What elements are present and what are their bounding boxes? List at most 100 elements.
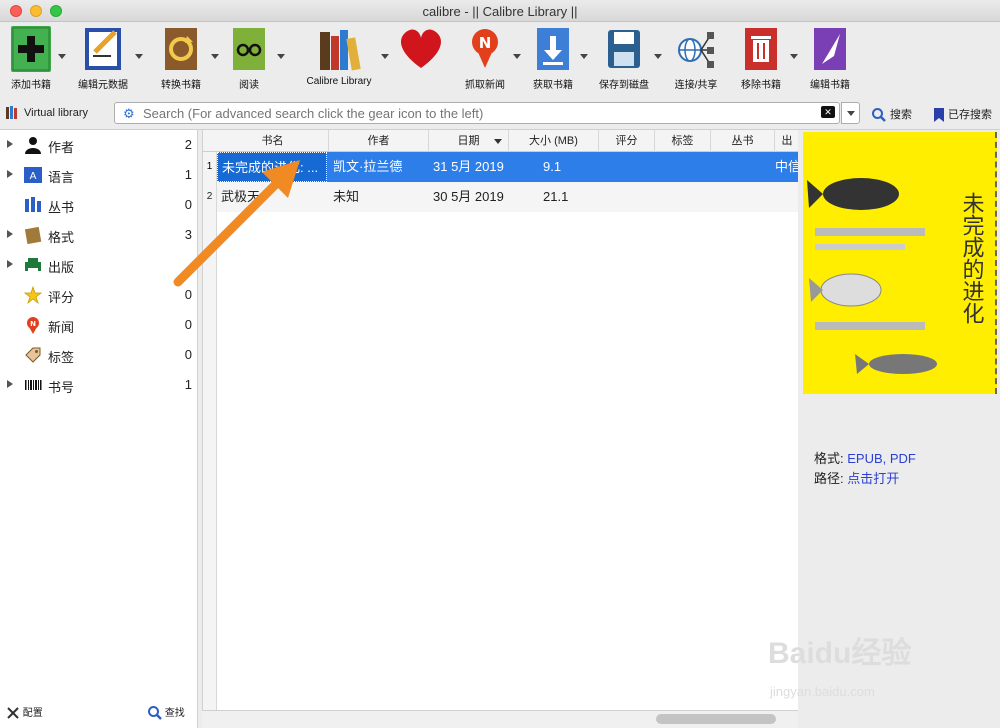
star-icon — [24, 286, 42, 304]
sidebar-item-news[interactable]: N 新闻 0 — [0, 310, 198, 340]
sidebar-item-count: 1 — [184, 377, 192, 392]
window-title: calibre - || Calibre Library || — [422, 4, 578, 19]
sidebar-item-label: 标签 — [48, 350, 75, 365]
book-format-icon — [24, 226, 42, 244]
cell-publisher[interactable] — [771, 182, 799, 212]
remove-dropdown[interactable] — [790, 54, 798, 59]
cover-fish-illustration-icon: 未完成的进化 — [807, 178, 985, 374]
path-link[interactable]: 点击打开 — [847, 471, 899, 486]
sidebar-item-rating[interactable]: 评分 0 — [0, 280, 198, 310]
sidebar-item-identifiers[interactable]: 书号 1 — [0, 370, 198, 400]
search-button[interactable]: 搜索 — [872, 106, 912, 122]
sidebar-item-label: 评分 — [48, 290, 75, 305]
cell-size[interactable]: 9.1 — [539, 152, 599, 182]
sidebar-item-label: 书号 — [48, 380, 75, 395]
library-dropdown[interactable] — [381, 54, 389, 59]
column-header-author[interactable]: 作者 — [329, 130, 429, 152]
saved-searches-button[interactable]: 已存搜索 — [934, 106, 992, 123]
svg-text:N: N — [30, 320, 36, 328]
printer-icon — [25, 258, 41, 272]
expand-arrow-icon[interactable] — [7, 380, 13, 388]
library-button[interactable]: Calibre Library — [300, 26, 378, 87]
donate-button[interactable] — [396, 26, 446, 76]
search-input[interactable] — [143, 105, 793, 121]
edit-metadata-label: 编辑元数据 — [78, 80, 128, 91]
column-header-date[interactable]: 日期 — [429, 130, 509, 152]
save-to-disk-button[interactable]: 保存到磁盘 — [596, 26, 652, 91]
baidu-watermark-url: jingyan.baidu.com — [770, 684, 875, 699]
sidebar-item-tags[interactable]: 标签 0 — [0, 340, 198, 370]
book-cover-image[interactable]: 未完成的进化 — [803, 132, 997, 394]
edit-book-button[interactable]: 编辑书籍 — [806, 26, 854, 91]
find-label: 查找 — [164, 708, 185, 719]
edit-metadata-button[interactable]: 编辑元数据 — [76, 26, 130, 91]
sidebar-item-label: 新闻 — [48, 320, 75, 335]
configure-label: 配置 — [22, 708, 43, 719]
read-button[interactable]: 阅读 — [228, 26, 270, 91]
add-books-button[interactable]: 添加书籍 — [8, 26, 54, 91]
path-row: 路径: 点击打开 — [814, 468, 899, 487]
reader-icon — [229, 26, 269, 72]
column-header-title[interactable]: 书名 — [217, 130, 329, 152]
edit-book-quill-icon — [810, 26, 850, 72]
sidebar-item-series[interactable]: 丛书 0 — [0, 190, 198, 220]
find-button[interactable]: 查找 — [148, 704, 185, 721]
svg-text:N: N — [479, 34, 492, 52]
fetch-news-button[interactable]: N 抓取新闻 — [462, 26, 508, 91]
scrollbar-thumb[interactable] — [656, 714, 776, 724]
magnifier-icon — [148, 706, 162, 721]
clear-search-icon[interactable]: ✕ — [821, 106, 835, 118]
cell-date[interactable]: 30 5月 2019 — [429, 182, 509, 212]
cell-publisher[interactable]: 中信 — [771, 152, 799, 182]
read-label: 阅读 — [239, 80, 259, 91]
download-icon — [533, 26, 573, 72]
expand-arrow-icon[interactable] — [7, 170, 13, 178]
horizontal-scrollbar[interactable] — [202, 710, 798, 728]
virtual-library-button[interactable]: Virtual library — [24, 107, 88, 119]
title-bar: calibre - || Calibre Library || — [0, 0, 1000, 22]
search-history-dropdown[interactable] — [841, 102, 860, 124]
heart-icon — [396, 26, 446, 72]
convert-books-button[interactable]: 转换书籍 — [156, 26, 206, 91]
remove-books-label: 移除书籍 — [741, 80, 781, 91]
cell-author[interactable]: 凯文·拉兰德 — [329, 152, 429, 182]
column-header-tags[interactable]: 标签 — [655, 130, 711, 152]
formats-link[interactable]: EPUB, PDF — [847, 451, 916, 466]
virtual-library-icon[interactable] — [6, 106, 18, 119]
get-books-dropdown[interactable] — [580, 54, 588, 59]
library-books-icon — [316, 26, 362, 72]
configure-button[interactable]: 配置 — [6, 704, 43, 720]
formats-label: 格式: — [814, 451, 844, 466]
column-header-rating[interactable]: 评分 — [599, 130, 655, 152]
gear-icon[interactable]: ⚙ — [123, 107, 136, 120]
annotation-arrow-icon — [173, 160, 300, 287]
cell-date[interactable]: 31 5月 2019 — [429, 152, 509, 182]
connect-share-button[interactable]: 连接/共享 — [672, 26, 720, 91]
expand-arrow-icon[interactable] — [7, 260, 13, 268]
save-dropdown[interactable] — [654, 54, 662, 59]
column-header-publisher[interactable]: 出 — [775, 130, 799, 152]
sidebar-item-publishers[interactable]: 出版 — [0, 250, 198, 280]
magnifier-icon — [872, 108, 886, 122]
convert-dropdown[interactable] — [211, 54, 219, 59]
convert-icon — [161, 26, 201, 72]
get-books-button[interactable]: 获取书籍 — [530, 26, 576, 91]
cell-author[interactable]: 未知 — [329, 182, 429, 212]
read-dropdown[interactable] — [277, 54, 285, 59]
column-header-size[interactable]: 大小 (MB) — [509, 130, 599, 152]
sidebar-item-formats[interactable]: 格式 3 — [0, 220, 198, 250]
expand-arrow-icon[interactable] — [7, 140, 13, 148]
news-dropdown[interactable] — [513, 54, 521, 59]
remove-books-button[interactable]: 移除书籍 — [738, 26, 784, 91]
search-box[interactable]: ⚙ — [114, 102, 840, 124]
column-header-series[interactable]: 丛书 — [711, 130, 775, 152]
cell-size[interactable]: 21.1 — [539, 182, 599, 212]
sidebar-item-languages[interactable]: A 语言 1 — [0, 160, 198, 190]
sidebar-item-authors[interactable]: 作者 2 — [0, 130, 198, 160]
edit-metadata-dropdown[interactable] — [135, 54, 143, 59]
add-books-dropdown[interactable] — [58, 54, 66, 59]
table-header: 书名 作者 日期 大小 (MB) 评分 标签 丛书 出 — [203, 130, 799, 152]
network-globe-icon — [676, 26, 716, 72]
sidebar-item-label: 语言 — [48, 170, 75, 185]
expand-arrow-icon[interactable] — [7, 230, 13, 238]
